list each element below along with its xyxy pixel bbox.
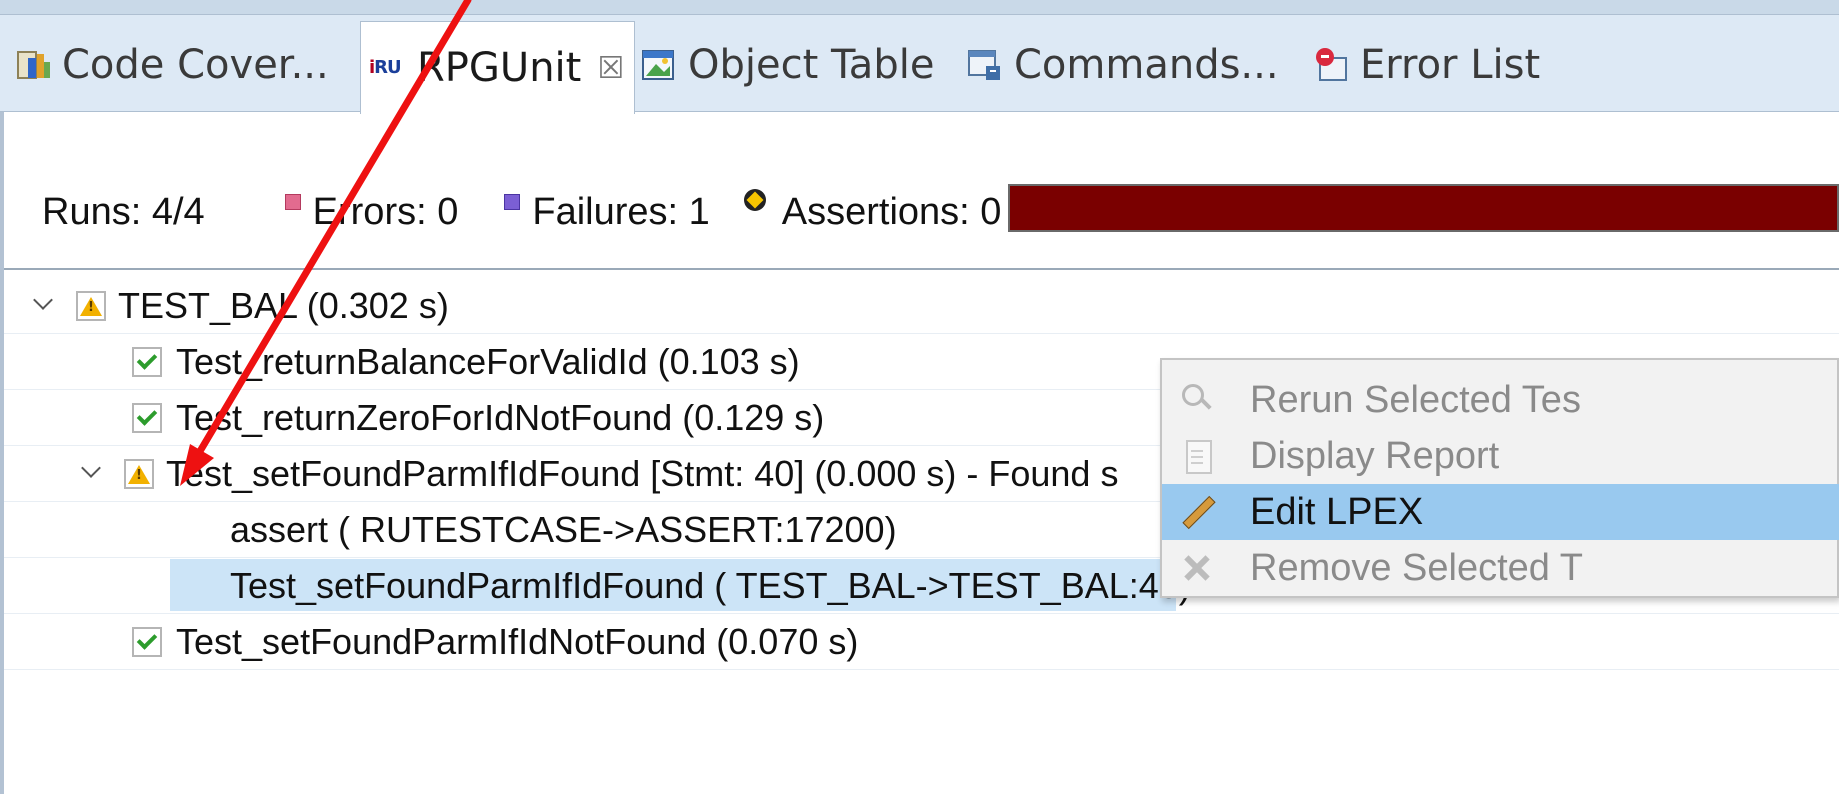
annotation-arrow: [180, 0, 472, 486]
